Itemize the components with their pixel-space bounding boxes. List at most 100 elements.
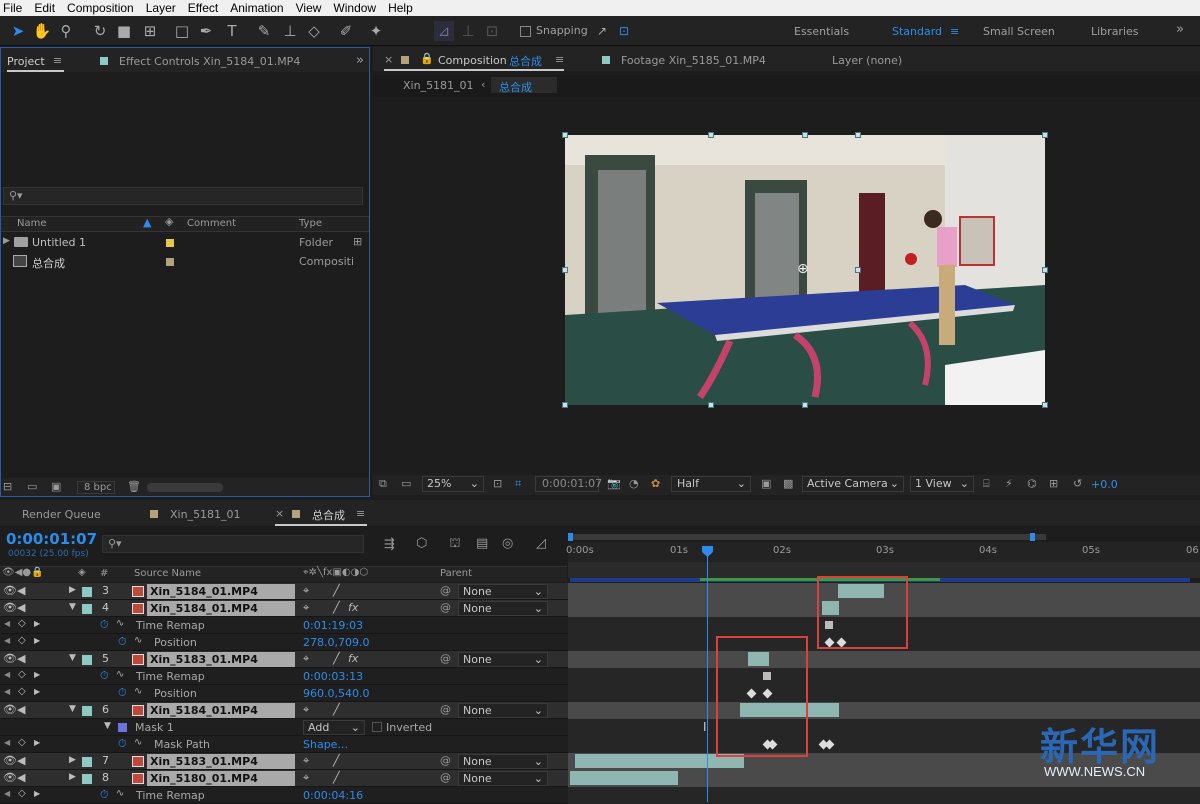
clone-stamp-tool-icon[interactable]: ⊥ <box>280 21 300 41</box>
transform-handle[interactable] <box>562 132 568 138</box>
exposure-value[interactable]: +0.0 <box>1091 478 1118 491</box>
project-search-input[interactable]: ⚲▾ <box>3 187 363 205</box>
next-keyframe-icon[interactable]: ▶ <box>34 636 40 645</box>
parent-select[interactable]: None ⌄ <box>458 754 548 769</box>
project-item-folder[interactable]: ▶ Untitled 1 Folder ⊞ <box>1 234 369 251</box>
layer-label-color[interactable] <box>82 706 92 716</box>
resolution-select[interactable]: Half ⌄ <box>671 476 751 492</box>
snapshot-camera-icon[interactable]: 📷 <box>607 477 621 490</box>
tab-render-queue[interactable]: Render Queue <box>22 508 101 521</box>
workspace-menu-icon[interactable]: ≡ <box>950 25 959 38</box>
transform-handle[interactable] <box>1042 132 1048 138</box>
brush-tool-icon[interactable]: ✎ <box>254 21 274 41</box>
workspace-small-screen[interactable]: Small Screen <box>983 25 1055 38</box>
graph-icon[interactable]: ∿ <box>116 788 124 799</box>
pick-whip-icon[interactable]: @ <box>440 584 451 597</box>
quality-switch-icon[interactable]: ╱ <box>333 652 340 665</box>
pen-tool-icon[interactable]: ✒ <box>196 21 216 41</box>
stopwatch-icon[interactable]: ⏱ <box>118 737 127 751</box>
col-source-name[interactable]: Source Name <box>134 568 201 579</box>
expand-arrow-icon[interactable]: ▶ <box>69 755 76 765</box>
tab-comp-main[interactable]: 总合成 <box>312 507 345 523</box>
layer-label-color[interactable] <box>82 774 92 784</box>
tab-composition-prefix[interactable]: Composition <box>438 54 507 67</box>
panel-menu-icon[interactable]: ≡ <box>356 507 365 520</box>
property-row[interactable]: ◀ ◇ ▶ ⏱ ∿ Time Remap 0:01:19:03 <box>0 617 1200 634</box>
collapse-arrow-icon[interactable]: ▼ <box>69 653 76 663</box>
effects-switch-icon[interactable]: fx <box>348 601 358 614</box>
prev-keyframe-icon[interactable]: ◀ <box>4 619 10 628</box>
layer-row[interactable]: 👁 ◀ ▶ 8 Xin_5180_01.MP4 ⌖ ╱ @ None ⌄ <box>0 770 1200 787</box>
menu-file[interactable]: File <box>0 0 25 16</box>
region-of-interest-icon[interactable]: ▣ <box>761 477 771 490</box>
transform-handle[interactable] <box>1042 402 1048 408</box>
layer-track[interactable] <box>568 787 1200 804</box>
layer-row[interactable]: 👁 ◀ ▼ 6 Xin_5184_01.MP4 ⌖ ╱ @ None ⌄ <box>0 702 1200 719</box>
expand-arrow-icon[interactable]: ▶ <box>69 772 76 782</box>
toggle-pixel-icon[interactable]: ⌸ <box>983 477 990 491</box>
show-snapshot-icon[interactable]: ◔ <box>629 477 639 490</box>
menu-help[interactable]: Help <box>385 0 416 16</box>
property-value[interactable]: 0:01:19:03 <box>303 619 363 632</box>
audio-speaker-icon[interactable]: ◀ <box>17 652 25 665</box>
type-tool-icon[interactable]: T <box>222 21 242 41</box>
flowchart-icon[interactable]: ⊞ <box>1049 477 1058 490</box>
transform-handle[interactable] <box>708 402 714 408</box>
flowchart-icon[interactable]: ⊞ <box>353 235 362 248</box>
menu-layer[interactable]: Layer <box>143 0 179 16</box>
col-name[interactable]: Name <box>17 218 47 229</box>
quality-switch-icon[interactable]: ╱ <box>333 703 340 716</box>
layer-source-name[interactable]: Xin_5184_01.MP4 <box>147 601 295 616</box>
roto-brush-tool-icon[interactable]: ✐ <box>336 21 356 41</box>
workspace-standard[interactable]: Standard <box>892 25 942 38</box>
visibility-eye-icon[interactable]: 👁 <box>3 771 17 784</box>
new-folder-icon[interactable]: ▭ <box>27 480 37 493</box>
layer-source-name[interactable]: Xin_5180_01.MP4 <box>147 771 295 786</box>
next-keyframe-icon[interactable]: ▶ <box>34 670 40 679</box>
expand-arrow-icon[interactable]: ▶ <box>69 585 76 595</box>
trash-icon[interactable]: 🗑 <box>127 480 141 493</box>
layer-source-name[interactable]: Xin_5183_01.MP4 <box>147 754 295 769</box>
transparency-grid-icon[interactable]: ▩ <box>783 477 793 490</box>
expand-arrow-icon[interactable]: ▶ <box>3 236 10 246</box>
frame-blending-icon[interactable]: ▤ <box>476 536 488 551</box>
view-axis-icon[interactable]: ⊡ <box>482 21 502 41</box>
layer-track[interactable] <box>568 651 1200 668</box>
breadcrumb-active[interactable]: 总合成 <box>499 79 532 95</box>
menu-view[interactable]: View <box>293 0 325 16</box>
graph-editor-icon[interactable]: ◿ <box>536 536 546 551</box>
shy-switch-icon[interactable]: ⌖ <box>303 584 309 598</box>
quality-switch-icon[interactable]: ╱ <box>333 601 340 614</box>
layer-source-name[interactable]: Xin_5183_01.MP4 <box>147 652 295 667</box>
label-tag-icon[interactable]: ◈ <box>78 567 86 578</box>
mask-name[interactable]: Mask 1 <box>135 721 174 734</box>
project-item-composition[interactable]: 总合成 Compositi <box>1 253 369 270</box>
graph-icon[interactable]: ∿ <box>116 618 124 629</box>
layer-label-color[interactable] <box>82 655 92 665</box>
menu-effect[interactable]: Effect <box>185 0 221 16</box>
pick-whip-icon[interactable]: @ <box>440 652 451 665</box>
inverted-checkbox[interactable] <box>372 722 382 732</box>
work-area-bar[interactable] <box>568 534 1046 540</box>
shy-switch-icon[interactable]: ⌖ <box>303 703 309 717</box>
transform-handle[interactable] <box>802 132 808 138</box>
workspace-essentials[interactable]: Essentials <box>794 25 849 38</box>
shy-switch-icon[interactable]: ⌖ <box>303 754 309 768</box>
transform-handle[interactable] <box>562 402 568 408</box>
layer-track[interactable] <box>568 685 1200 702</box>
stopwatch-icon[interactable]: ⏱ <box>118 635 127 649</box>
add-keyframe-icon[interactable]: ◇ <box>18 618 26 629</box>
transform-handle[interactable] <box>708 132 714 138</box>
collapse-arrow-icon[interactable]: ▼ <box>104 721 111 731</box>
sort-ascending-icon[interactable]: ▲ <box>143 216 151 229</box>
menu-animation[interactable]: Animation <box>227 0 286 16</box>
shy-switch-icon[interactable]: ⌖ <box>303 652 309 666</box>
comp-mini-flowchart-icon[interactable]: ⇶ <box>384 537 395 552</box>
add-keyframe-icon[interactable]: ◇ <box>18 686 26 697</box>
panel-menu-icon[interactable]: ≡ <box>53 54 62 67</box>
draft-3d-icon[interactable]: ⬡ <box>416 536 427 551</box>
color-channels-icon[interactable]: ✿ <box>651 477 660 490</box>
magnification-select[interactable]: 25% ⌄ <box>422 476 484 492</box>
work-area-end-handle[interactable] <box>1030 533 1035 541</box>
mask-row[interactable]: ▼ Mask 1 Add ⌄ Inverted <box>0 719 1200 736</box>
